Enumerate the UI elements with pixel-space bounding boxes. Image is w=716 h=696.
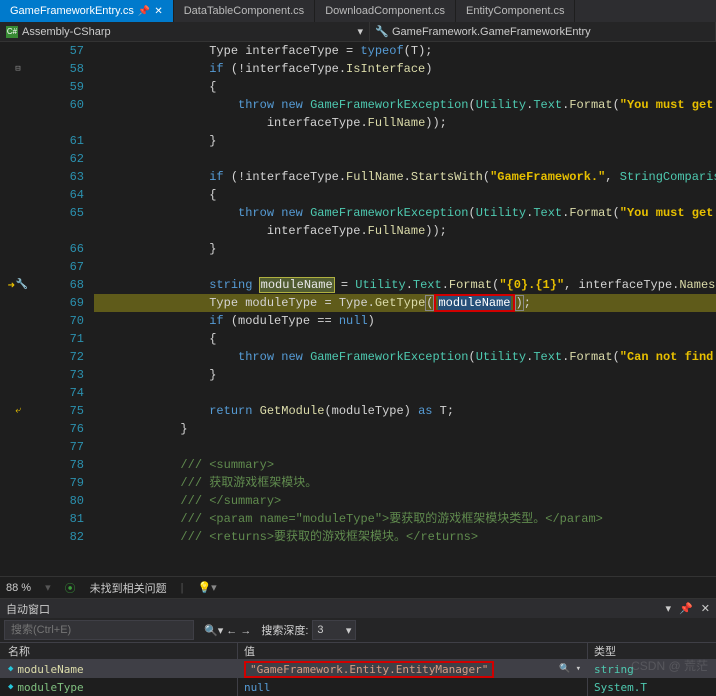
- watch-column-type[interactable]: 类型: [588, 643, 716, 659]
- code-line: }: [94, 420, 716, 438]
- code-line: Type interfaceType = typeof(T);: [94, 42, 716, 60]
- search-depth-select[interactable]: 3 ▾: [312, 620, 356, 640]
- code-line: return GetModule(moduleType) as T;: [94, 402, 716, 420]
- watch-var-type: System.T: [594, 681, 647, 694]
- pin-icon[interactable]: 📌: [138, 6, 150, 17]
- auto-window-titlebar: 自动窗口 ▾ 📌 ✕: [0, 598, 716, 618]
- value-visualizer-icon[interactable]: 🔍 ▾: [559, 664, 587, 674]
- close-icon[interactable]: ✕: [154, 6, 162, 17]
- search-dropdown-icon[interactable]: 🔍▾ ← →: [204, 624, 251, 637]
- code-line: interfaceType.FullName));: [94, 222, 716, 240]
- glyph-margin: ⊟ ➜🔧 ⤶: [0, 42, 36, 576]
- variable-icon: ◆: [8, 664, 13, 674]
- code-line: }: [94, 240, 716, 258]
- close-icon[interactable]: ✕: [701, 602, 710, 615]
- lightbulb-icon[interactable]: 💡▾: [197, 581, 216, 594]
- watch-var-value: null: [244, 681, 271, 694]
- tab-gameframeworkentry[interactable]: GameFrameworkEntry.cs 📌 ✕: [0, 0, 174, 22]
- watch-var-name: moduleName: [17, 663, 83, 676]
- line-number-gutter: 575859 606162 636465 666768 697071 72737…: [36, 42, 94, 576]
- tab-label: GameFrameworkEntry.cs: [10, 5, 134, 17]
- variable-icon: ◆: [8, 682, 13, 692]
- chevron-down-icon: ▾: [346, 624, 352, 637]
- search-depth-label: 搜索深度:: [261, 622, 308, 638]
- watch-var-value: "GameFramework.Entity.EntityManager": [250, 663, 488, 676]
- code-line: [94, 384, 716, 402]
- breadcrumb-namespace-label: GameFramework.GameFrameworkEntry: [392, 26, 591, 38]
- code-line: if (!interfaceType.FullName.StartsWith("…: [94, 168, 716, 186]
- code-line: [94, 258, 716, 276]
- tab-label: DataTableComponent.cs: [184, 5, 304, 17]
- auto-window-title: 自动窗口: [6, 601, 50, 617]
- code-line: {: [94, 186, 716, 204]
- code-line: string moduleName = Utility.Text.Format(…: [94, 276, 716, 294]
- code-line: }: [94, 366, 716, 384]
- zoom-level[interactable]: 88 %: [6, 582, 31, 594]
- code-line: if (moduleType == null): [94, 312, 716, 330]
- tab-datatablecomponent[interactable]: DataTableComponent.cs: [174, 0, 315, 22]
- tab-label: DownloadComponent.cs: [325, 5, 445, 17]
- csharp-icon: C#: [6, 26, 18, 38]
- code-line: /// 获取游戏框架模块。: [94, 474, 716, 492]
- window-menu-icon[interactable]: ▾: [666, 602, 672, 615]
- code-line: /// </summary>: [94, 492, 716, 510]
- breadcrumb-assembly-label: Assembly-CSharp: [22, 26, 111, 38]
- code-line: interfaceType.FullName));: [94, 114, 716, 132]
- watch-column-value[interactable]: 值: [238, 643, 588, 659]
- search-depth-value: 3: [317, 624, 323, 636]
- breadcrumb-namespace[interactable]: 🔧 GameFramework.GameFrameworkEntry: [370, 22, 716, 41]
- watch-column-name[interactable]: 名称: [0, 643, 238, 659]
- fold-icon[interactable]: ⊟: [15, 64, 20, 74]
- watch-var-type: string: [594, 663, 634, 676]
- editor-tabs: GameFrameworkEntry.cs 📌 ✕ DataTableCompo…: [0, 0, 716, 22]
- code-editor[interactable]: ⊟ ➜🔧 ⤶ 575859 606162 636465 666768 69707…: [0, 42, 716, 576]
- tab-downloadcomponent[interactable]: DownloadComponent.cs: [315, 0, 456, 22]
- ok-icon: ⦿: [65, 580, 76, 596]
- code-line: {: [94, 78, 716, 96]
- code-line: {: [94, 330, 716, 348]
- watch-var-name: moduleType: [17, 681, 83, 694]
- lightbulb-icon[interactable]: 🔧: [16, 279, 28, 291]
- editor-status-bar: 88 % ▾ ⦿ 未找到相关问题 | 💡▾: [0, 576, 716, 598]
- code-line: throw new GameFrameworkException(Utility…: [94, 348, 716, 366]
- code-line-current: Type moduleType = Type.GetType(moduleNam…: [94, 294, 716, 312]
- wrench-icon: 🔧: [376, 26, 388, 38]
- execution-pointer-icon: ➜: [8, 278, 15, 293]
- watch-row[interactable]: ◆ moduleType null System.T: [0, 678, 716, 696]
- pin-icon[interactable]: 📌: [679, 602, 693, 615]
- chevron-down-icon[interactable]: ▾: [357, 25, 363, 38]
- code-line: if (!interfaceType.IsInterface): [94, 60, 716, 78]
- breadcrumb-bar: C# Assembly-CSharp ▾ 🔧 GameFramework.Gam…: [0, 22, 716, 42]
- breadcrumb-assembly[interactable]: C# Assembly-CSharp ▾: [0, 22, 370, 41]
- search-input[interactable]: [4, 620, 194, 640]
- code-content[interactable]: Type interfaceType = typeof(T); if (!int…: [94, 42, 716, 576]
- watch-grid-header: 名称 值 类型: [0, 642, 716, 660]
- code-line: }: [94, 132, 716, 150]
- code-line: /// <param name="moduleType">要获取的游戏框架模块类…: [94, 510, 716, 528]
- watch-search-row: 🔍▾ ← → 搜索深度: 3 ▾: [0, 618, 716, 642]
- watch-row[interactable]: ◆ moduleName "GameFramework.Entity.Entit…: [0, 660, 716, 678]
- issues-status: 未找到相关问题: [90, 580, 167, 596]
- code-line: /// <returns>要获取的游戏框架模块。</returns>: [94, 528, 716, 546]
- tab-label: EntityComponent.cs: [466, 5, 564, 17]
- code-line: /// <summary>: [94, 456, 716, 474]
- code-line: throw new GameFrameworkException(Utility…: [94, 204, 716, 222]
- chevron-down-icon[interactable]: ▾: [45, 581, 51, 594]
- code-line: [94, 438, 716, 456]
- code-line: [94, 150, 716, 168]
- return-arrow-icon: ⤶: [15, 405, 21, 417]
- code-line: throw new GameFrameworkException(Utility…: [94, 96, 716, 114]
- tab-entitycomponent[interactable]: EntityComponent.cs: [456, 0, 575, 22]
